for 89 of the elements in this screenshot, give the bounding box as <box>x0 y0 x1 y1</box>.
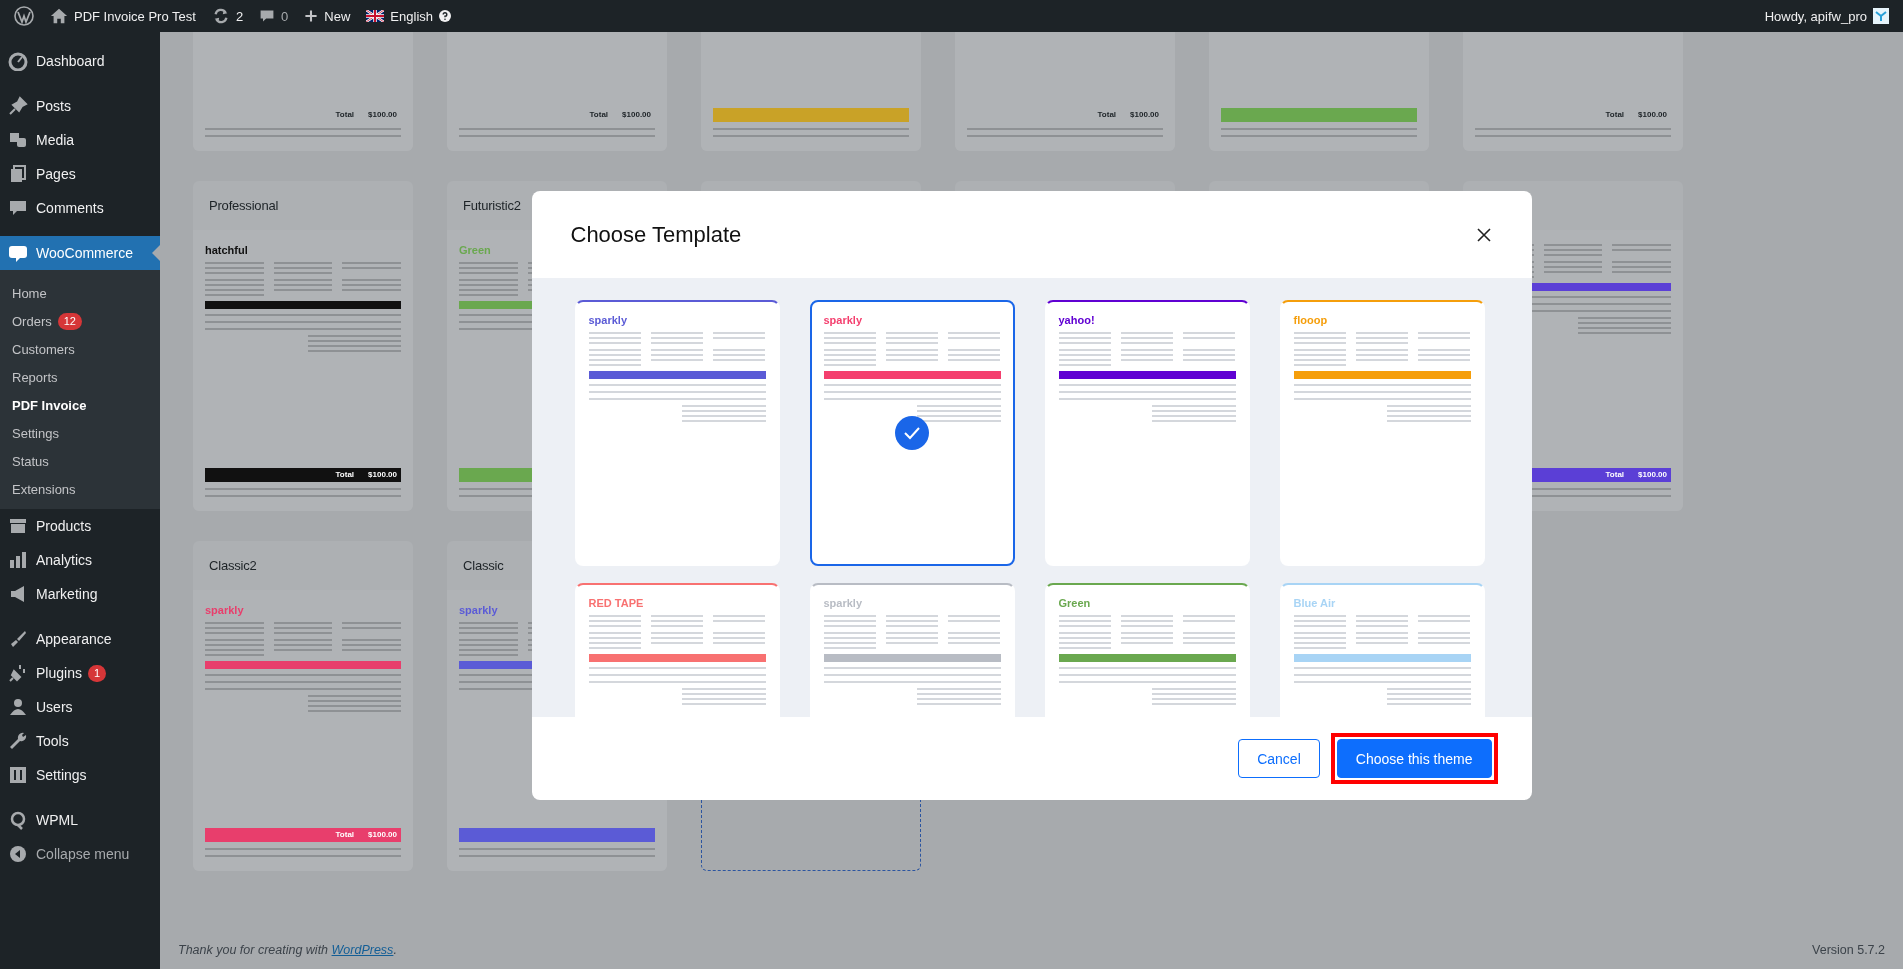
avatar-icon <box>1873 8 1889 24</box>
flag-icon <box>366 10 385 22</box>
comments-link[interactable]: 0 <box>251 0 297 32</box>
menu-item[interactable]: Pages <box>0 157 160 191</box>
total-label: Total <box>1605 110 1625 120</box>
template-title: Professional <box>209 198 279 213</box>
template-card[interactable]: sparkly <box>574 300 780 566</box>
submenu-item[interactable]: Settings <box>0 419 160 447</box>
help-icon <box>439 10 451 22</box>
menu-item[interactable]: Tools <box>0 724 160 758</box>
total-value: $100.00 <box>622 110 651 120</box>
pin-icon <box>8 96 28 116</box>
gauge-icon <box>8 51 28 71</box>
logo: yahoo! <box>1058 314 1096 326</box>
comment-icon <box>259 8 276 24</box>
total-value: $100.00 <box>1638 110 1667 120</box>
user-icon <box>8 697 28 717</box>
logo: Blue Air <box>1293 597 1337 609</box>
menu-item[interactable]: WooCommerce <box>0 236 160 270</box>
logo: sparkly <box>588 314 629 326</box>
menu-item[interactable]: Comments <box>0 191 160 225</box>
submenu-item[interactable]: Status <box>0 447 160 475</box>
logo: flooop <box>1293 314 1329 326</box>
total-label: Total <box>1605 470 1625 480</box>
collapse-icon <box>8 844 28 864</box>
template-title: Futuristic2 <box>463 198 521 213</box>
menu-item[interactable]: Settings <box>0 758 160 792</box>
submenu-item[interactable]: PDF Invoice <box>0 391 160 419</box>
site-name-link[interactable]: PDF Invoice Pro Test <box>42 0 204 32</box>
total-label: Total <box>335 110 355 120</box>
total-value: $100.00 <box>1130 110 1159 120</box>
template-title: Classic2 <box>209 558 257 573</box>
menu-item[interactable]: Users <box>0 690 160 724</box>
dialog-title: Choose Template <box>570 221 742 248</box>
submenu-item[interactable]: Reports <box>0 363 160 391</box>
template-card[interactable]: yahoo! <box>1044 300 1250 566</box>
menu-item[interactable]: Analytics <box>0 543 160 577</box>
total-label: Total <box>589 110 609 120</box>
footer-credit: Thank you for creating with WordPress. <box>178 943 397 957</box>
updates-link[interactable]: 2 <box>203 0 252 32</box>
logo: hatchful <box>205 244 249 256</box>
logo: sparkly <box>823 314 864 326</box>
pages-icon <box>8 164 28 184</box>
check-icon <box>895 416 929 450</box>
close-icon[interactable] <box>1475 226 1492 243</box>
menu-item[interactable]: WPML <box>0 803 160 837</box>
menu-item[interactable]: Marketing <box>0 577 160 611</box>
home-icon <box>50 7 68 25</box>
menu-item[interactable]: Appearance <box>0 622 160 656</box>
menu-item[interactable]: Dashboard <box>0 44 160 78</box>
menu-item[interactable]: Media <box>0 123 160 157</box>
comment-icon <box>8 198 28 218</box>
cancel-button[interactable]: Cancel <box>1238 739 1320 778</box>
box-icon <box>8 516 28 536</box>
count-badge: 12 <box>57 312 82 330</box>
language-switcher[interactable]: English <box>358 0 459 32</box>
choose-theme-button[interactable]: Choose this theme <box>1336 739 1492 778</box>
plus-icon <box>304 9 319 23</box>
menu-item[interactable]: Posts <box>0 89 160 123</box>
new-content-link[interactable]: New <box>296 0 359 32</box>
count-badge: 1 <box>87 664 107 682</box>
total-value: $100.00 <box>1638 470 1667 480</box>
total-value: $100.00 <box>368 110 397 120</box>
menu-item[interactable]: Plugins 1 <box>0 656 160 690</box>
template-title: Classic <box>463 558 504 573</box>
logo: Green <box>459 244 492 256</box>
submenu-item[interactable]: Customers <box>0 335 160 363</box>
logo: Green <box>1058 597 1092 609</box>
account-menu[interactable]: Howdy, apifw_pro <box>1756 0 1897 32</box>
logo: sparkly <box>823 597 864 609</box>
submenu-item[interactable]: Extensions <box>0 475 160 503</box>
total-value: $100.00 <box>368 830 397 840</box>
logo: sparkly <box>205 604 245 616</box>
submenu-item[interactable]: Home <box>0 279 160 307</box>
total-label: Total <box>335 830 355 840</box>
menu-item[interactable]: Products <box>0 509 160 543</box>
collapse-menu-button[interactable]: Collapse menu <box>0 837 160 871</box>
total-label: Total <box>335 470 355 480</box>
media-icon <box>8 130 28 150</box>
brush-icon <box>8 629 28 649</box>
template-card[interactable]: sparkly <box>809 300 1015 566</box>
logo: RED TAPE <box>588 597 645 609</box>
logo: sparkly <box>459 604 499 616</box>
total-value: $100.00 <box>368 470 397 480</box>
total-label: Total <box>1097 110 1117 120</box>
version-text: Version 5.7.2 <box>1812 943 1885 957</box>
wrench-icon <box>8 731 28 751</box>
submenu-item[interactable]: Orders 12 <box>0 307 160 335</box>
bar-chart-icon <box>8 550 28 570</box>
